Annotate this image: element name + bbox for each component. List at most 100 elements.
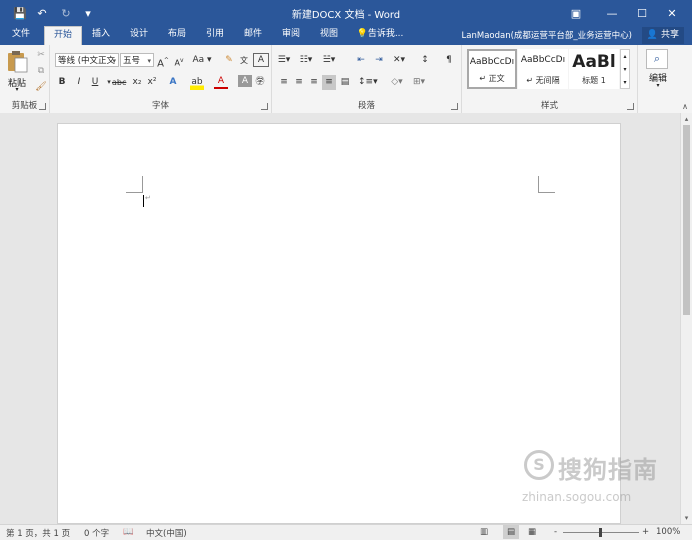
bold-button[interactable]: B	[55, 75, 69, 90]
zoom-slider-thumb[interactable]	[599, 528, 602, 537]
clipboard-dialog-launcher[interactable]	[39, 103, 46, 110]
tab-file[interactable]: 文件	[4, 26, 38, 45]
clear-format-icon[interactable]: ✎	[222, 53, 236, 68]
font-color-button[interactable]: A	[214, 75, 228, 89]
subscript-button[interactable]: x₂	[130, 75, 144, 90]
redo-icon[interactable]: ↻	[58, 5, 74, 21]
zoom-slider[interactable]	[563, 528, 639, 537]
chevron-down-icon[interactable]: ▾	[621, 63, 629, 76]
format-painter-icon[interactable]: 🖌	[34, 80, 48, 95]
font-name-select[interactable]: 等线 (中文正文 ▾	[55, 53, 119, 67]
vertical-scrollbar[interactable]: ▴ ▾	[680, 113, 692, 524]
show-formatting-icon[interactable]: ¶	[442, 53, 456, 68]
tab-layout[interactable]: 布局	[160, 26, 194, 45]
collapse-ribbon-icon[interactable]: ∧	[682, 102, 688, 111]
align-center-icon[interactable]: ≡	[292, 75, 306, 90]
close-button[interactable]: ✕	[664, 5, 680, 21]
status-bar: 第 1 页，共 1 页 0 个字 📖 中文(中国) ▥ ▤ ▦ - + 100%	[0, 524, 692, 540]
paste-button[interactable]: 粘贴 ▾	[4, 48, 30, 94]
bullets-icon[interactable]: ☰▾	[277, 53, 291, 68]
align-right-icon[interactable]: ≡	[307, 75, 321, 90]
superscript-button[interactable]: x²	[145, 75, 159, 90]
person-icon: 👤	[646, 30, 659, 40]
tab-review[interactable]: 审阅	[274, 26, 308, 45]
chinese-layout-icon[interactable]: ✕▾	[392, 53, 406, 68]
tell-me-search[interactable]: 💡告诉我...	[352, 26, 408, 45]
styles-group: AaBbCcDı ↵ 正文 AaBbCcDı ↵ 无间隔 AaBl 标题 1 ▴…	[462, 45, 638, 113]
tab-home[interactable]: 开始	[44, 26, 82, 45]
distributed-icon[interactable]: ▤	[338, 75, 352, 90]
borders-icon[interactable]: ⊞▾	[412, 75, 426, 90]
align-left-icon[interactable]: ≡	[277, 75, 291, 90]
minimize-button[interactable]: —	[604, 5, 620, 21]
cut-icon[interactable]: ✂	[34, 48, 48, 63]
tab-design[interactable]: 设计	[122, 26, 156, 45]
decrease-indent-icon[interactable]: ⇤	[354, 53, 368, 68]
print-layout-icon[interactable]: ▤	[503, 525, 519, 539]
underline-button[interactable]: U	[88, 75, 102, 90]
clipboard-icon	[8, 51, 28, 73]
shading-icon[interactable]: ◇▾	[390, 75, 404, 90]
word-count[interactable]: 0 个字	[84, 527, 109, 539]
editing-group[interactable]: ⌕ 编辑 ▾	[638, 45, 678, 113]
paragraph-dialog-launcher[interactable]	[451, 103, 458, 110]
char-shading-button[interactable]: A	[238, 75, 252, 87]
copy-icon[interactable]: ⧉	[34, 64, 48, 79]
tab-view[interactable]: 视图	[312, 26, 346, 45]
style-no-spacing[interactable]: AaBbCcDı ↵ 无间隔	[518, 49, 568, 89]
more-styles-icon[interactable]: ▾	[621, 76, 629, 89]
highlight-button[interactable]: ab	[190, 75, 204, 90]
save-icon[interactable]: 💾	[12, 5, 28, 21]
chevron-up-icon[interactable]: ▴	[621, 50, 629, 63]
tab-references[interactable]: 引用	[198, 26, 232, 45]
font-group: 等线 (中文正文 ▾ 五号 ▾ A^ Av Aa ▾ ✎ 文 A B I U ▾ a…	[50, 45, 272, 113]
zoom-in-button[interactable]: +	[642, 527, 649, 537]
customize-quick-access-icon[interactable]: ▾	[80, 5, 96, 21]
text-effects-icon[interactable]: A	[166, 75, 180, 90]
language[interactable]: 中文(中国)	[146, 527, 187, 539]
web-layout-icon[interactable]: ▦	[528, 527, 536, 537]
scroll-down-icon[interactable]: ▾	[681, 514, 692, 522]
crop-mark-top-right	[538, 176, 555, 193]
scroll-thumb[interactable]	[683, 125, 690, 315]
styles-scroll[interactable]: ▴ ▾ ▾	[620, 49, 630, 89]
paragraph-group: ☰▾ ☷▾ ☱▾ ⇤ ⇥ ✕▾ ↕ ¶ ≡ ≡ ≡ ≡ ▤ ↕≡▾ ◇▾ ⊞▾ …	[272, 45, 462, 113]
justify-icon[interactable]: ≡	[322, 75, 336, 90]
enclose-char-icon[interactable]: ㊫	[253, 75, 267, 90]
font-size-select[interactable]: 五号 ▾	[120, 53, 154, 67]
char-border-icon[interactable]: A	[253, 53, 269, 67]
zoom-out-button[interactable]: -	[554, 527, 557, 537]
italic-button[interactable]: I	[72, 75, 86, 90]
strikethrough-button[interactable]: abc	[112, 75, 126, 90]
user-account[interactable]: LanMaodan(成都运营平台部_业务运营中心)	[462, 29, 632, 41]
multilevel-list-icon[interactable]: ☱▾	[322, 53, 336, 68]
share-button[interactable]: 👤 共享	[641, 27, 684, 44]
line-spacing-icon[interactable]: ↕≡▾	[358, 75, 378, 90]
maximize-button[interactable]: ☐	[634, 5, 650, 21]
paragraph-mark-icon: ↵	[145, 194, 151, 202]
undo-icon[interactable]: ↶	[34, 5, 50, 21]
change-case-button[interactable]: Aa ▾	[192, 53, 212, 68]
window-title: 新建DOCX 文档 - Word	[291, 10, 401, 21]
numbering-icon[interactable]: ☷▾	[299, 53, 313, 68]
tab-mailings[interactable]: 邮件	[236, 26, 270, 45]
sort-icon[interactable]: ↕	[418, 53, 432, 68]
font-dialog-launcher[interactable]	[261, 103, 268, 110]
style-normal[interactable]: AaBbCcDı ↵ 正文	[467, 49, 517, 89]
shrink-font-button[interactable]: Av	[172, 53, 186, 68]
zoom-level[interactable]: 100%	[656, 527, 680, 537]
phonetic-guide-icon[interactable]: 文	[237, 53, 251, 68]
tab-insert[interactable]: 插入	[84, 26, 118, 45]
scroll-up-icon[interactable]: ▴	[681, 115, 692, 123]
grow-font-button[interactable]: A^	[156, 53, 170, 69]
proofing-icon[interactable]: 📖	[123, 527, 134, 537]
read-mode-icon[interactable]: ▥	[480, 527, 488, 537]
styles-dialog-launcher[interactable]	[627, 103, 634, 110]
chevron-down-icon: ▾	[112, 57, 116, 65]
chevron-down-icon: ▾	[15, 86, 19, 93]
page-count[interactable]: 第 1 页，共 1 页	[6, 527, 70, 539]
ribbon-display-options-icon[interactable]: ▣	[568, 5, 584, 21]
increase-indent-icon[interactable]: ⇥	[372, 53, 386, 68]
document-page[interactable]: ↵	[57, 123, 621, 524]
style-heading-1[interactable]: AaBl 标题 1	[569, 49, 619, 89]
